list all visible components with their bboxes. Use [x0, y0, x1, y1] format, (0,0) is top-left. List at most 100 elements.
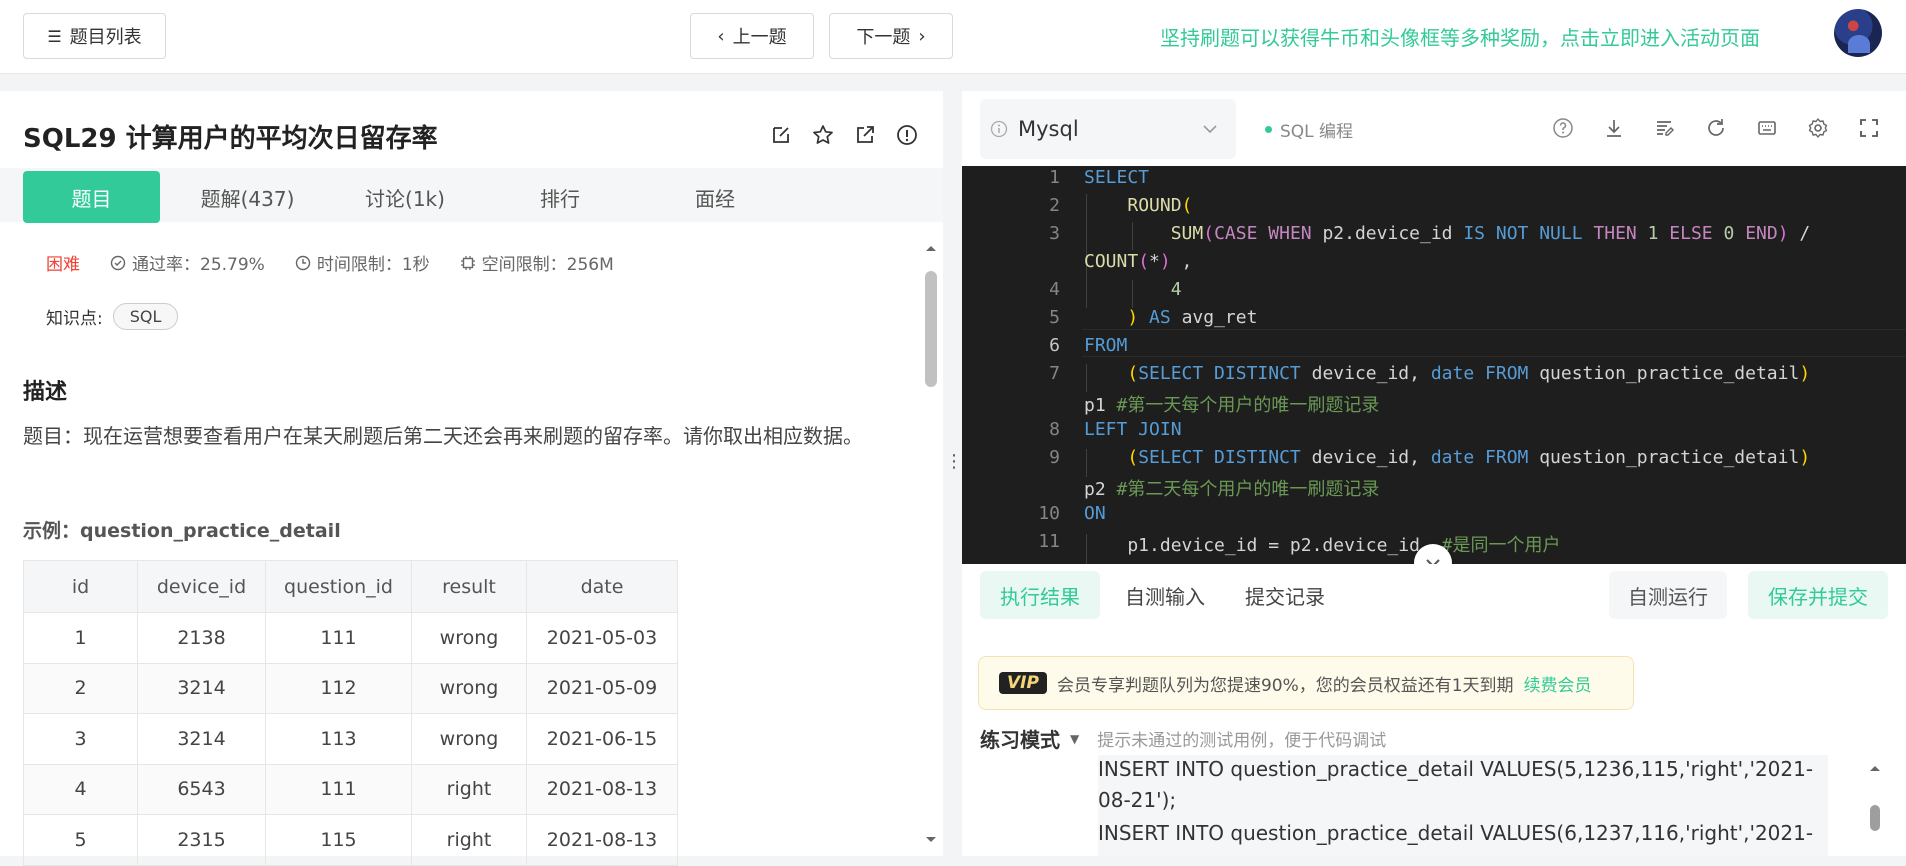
check-circle-icon [110, 255, 126, 270]
code-line: 8 LEFT JOIN [962, 419, 1906, 447]
code-line: 5 ) AS avg_ret [962, 307, 1906, 335]
table-cell: 112 [265, 662, 412, 714]
code-editor[interactable]: 1 SELECT 2 ROUND( 3 SUM(CASE WHEN p2.devi… [962, 166, 1906, 564]
console-line: 08-21'); [1098, 788, 1177, 812]
editor-panel: Mysql SQL 编程 1 SELECT 2 ROUND( 3 SUM(CASE [962, 91, 1906, 856]
space-limit-text: 空间限制：256M [481, 255, 614, 275]
title-actions [770, 124, 918, 146]
language-select[interactable]: Mysql [980, 99, 1236, 159]
format-code-icon[interactable] [1654, 117, 1676, 139]
scroll-thumb[interactable] [925, 271, 937, 387]
pass-rate-text: 通过率：25.79% [132, 255, 265, 275]
tab-discussion[interactable]: 讨论(1k) [340, 171, 470, 223]
scroll-down-icon[interactable] [924, 835, 938, 845]
table-header: device_id [137, 560, 266, 613]
edit-icon[interactable] [770, 124, 792, 146]
chip-icon [460, 255, 475, 270]
clock-icon [295, 255, 311, 270]
star-icon[interactable] [812, 124, 834, 146]
result-tabs: 执行结果 自测输入 提交记录 自测运行 保存并提交 [962, 564, 1906, 634]
table-cell: 1 [23, 612, 138, 664]
scroll-up-icon[interactable] [924, 243, 938, 253]
code-line: 2 ROUND( [962, 195, 1906, 223]
report-icon[interactable] [896, 124, 918, 146]
reset-icon[interactable] [1705, 117, 1727, 139]
table-cell: 2021-05-09 [526, 662, 678, 714]
description-heading: 描述 [23, 380, 68, 405]
save-submit-button[interactable]: 保存并提交 [1748, 571, 1888, 619]
table-cell: 2021-05-03 [526, 612, 678, 664]
scroll-thumb[interactable] [1870, 805, 1880, 831]
vip-message: 会员专享判题队列为您提速90%，您的会员权益还有1天到期 [1056, 675, 1514, 696]
prev-problem-button[interactable]: ‹ 上一题 [690, 13, 814, 59]
knowledge-points: 知识点: SQL [46, 303, 179, 330]
download-icon[interactable] [1603, 117, 1625, 139]
tab-submissions[interactable]: 提交记录 [1230, 571, 1340, 619]
table-cell: 3214 [137, 662, 266, 714]
scroll-up-icon[interactable] [1867, 763, 1883, 773]
table-cell: 2138 [137, 612, 266, 664]
problem-tabs: 题目 题解(437) 讨论(1k) 排行 面经 [0, 168, 943, 223]
code-line: 3 SUM(CASE WHEN p2.device_id IS NOT NULL… [962, 223, 1906, 251]
table-header: question_id [265, 560, 412, 613]
pass-rate: 通过率：25.79% [110, 250, 265, 275]
code-line: 9 (SELECT DISTINCT device_id, date FROM … [962, 447, 1906, 475]
keyboard-icon[interactable] [1756, 117, 1778, 139]
line-number: 1 [1049, 167, 1060, 188]
tab-run-result[interactable]: 执行结果 [980, 571, 1100, 619]
description-text: 题目：现在运营想要查看用户在某天刷题后第二天还会再来刷题的留存率。请你取出相应数… [23, 424, 863, 448]
tab-problem[interactable]: 题目 [23, 171, 160, 223]
line-number: 2 [1049, 195, 1060, 216]
code-line: 1 SELECT [962, 167, 1906, 195]
external-link-icon[interactable] [854, 124, 876, 146]
table-cell: 6543 [137, 763, 266, 815]
tab-ranking[interactable]: 排行 [495, 171, 625, 223]
practice-mode-select[interactable]: 练习模式 [980, 724, 1060, 753]
code-line: 10 ON [962, 503, 1906, 531]
table-cell: 111 [265, 763, 412, 815]
status-dot [1265, 126, 1272, 133]
tab-solutions[interactable]: 题解(437) [180, 171, 315, 223]
practice-mode: 练习模式 ▼ 提示未通过的测试用例，便于代码调试 [980, 724, 1386, 753]
editor-toolbar: Mysql SQL 编程 [962, 91, 1906, 166]
renew-link[interactable]: 续费会员 [1524, 671, 1592, 696]
console-scrollbar[interactable] [1867, 759, 1883, 856]
table-row: 2 3214 112 wrong 2021-05-09 [23, 662, 678, 714]
table-row: 1 2138 111 wrong 2021-05-03 [23, 612, 678, 664]
table-cell: 2021-08-13 [526, 763, 678, 815]
knowledge-tag[interactable]: SQL [112, 303, 179, 330]
tab-custom-input[interactable]: 自测输入 [1110, 571, 1220, 619]
problem-list-button[interactable]: ☰ 题目列表 [23, 13, 166, 59]
line-number: 5 [1049, 307, 1060, 328]
caret-down-icon[interactable]: ▼ [1070, 732, 1079, 746]
table-cell: wrong [411, 612, 527, 664]
next-problem-button[interactable]: 下一题 › [829, 13, 953, 59]
practice-tip: 提示未通过的测试用例，便于代码调试 [1097, 731, 1387, 751]
table-cell: 2315 [137, 814, 266, 866]
problem-scrollbar[interactable] [922, 241, 938, 851]
line-number: 9 [1049, 447, 1060, 468]
settings-icon[interactable] [1807, 117, 1829, 139]
panel-resize-handle[interactable]: ⋮ [945, 453, 963, 495]
run-button[interactable]: 自测运行 [1609, 571, 1727, 619]
table-cell: 113 [265, 713, 412, 765]
avatar[interactable] [1834, 9, 1882, 57]
problem-panel: SQL29 计算用户的平均次日留存率 题目 题解(437) 讨论(1k) 排行 … [0, 91, 943, 866]
tab-interview[interactable]: 面经 [650, 171, 780, 223]
fullscreen-icon[interactable] [1858, 117, 1880, 139]
console-line: INSERT INTO question_practice_detail VAL… [1098, 757, 1814, 781]
help-icon[interactable] [1552, 117, 1574, 139]
line-number: 7 [1049, 363, 1060, 384]
space-limit: 空间限制：256M [460, 250, 614, 275]
code-line: p1 #第一天每个用户的唯一刷题记录 [1084, 395, 1380, 416]
language-value: Mysql [1018, 117, 1079, 141]
top-bar: ☰ 题目列表 ‹ 上一题 下一题 › 坚持刷题可以获得牛币和头像框等多种奖励，点… [0, 0, 1906, 74]
promo-link[interactable]: 坚持刷题可以获得牛币和头像框等多种奖励，点击立即进入活动页面 [1160, 22, 1760, 51]
line-number: 6 [1049, 335, 1060, 356]
list-icon: ☰ [47, 26, 62, 46]
problem-list-label: 题目列表 [69, 27, 142, 48]
time-limit-text: 时间限制：1秒 [316, 255, 430, 275]
table-header: result [411, 560, 527, 613]
code-line: 6 FROM [962, 335, 1906, 363]
knowledge-label: 知识点: [46, 309, 103, 329]
